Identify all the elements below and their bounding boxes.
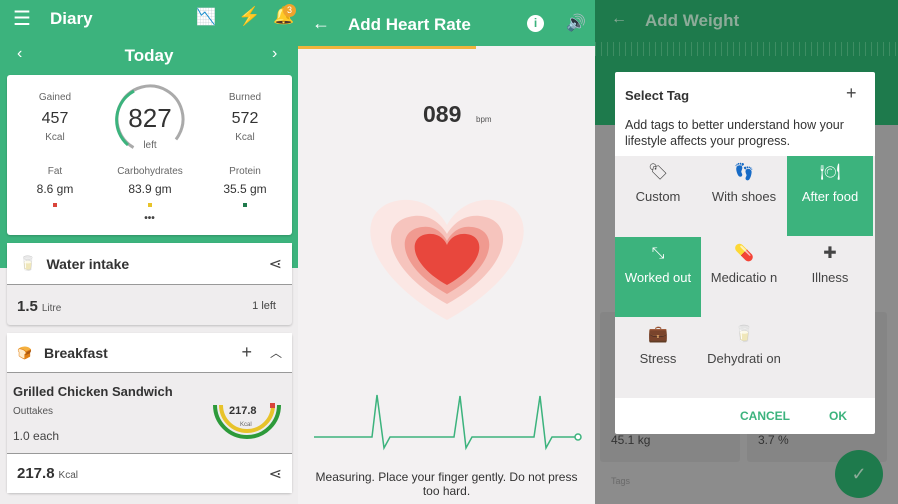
add-food-button[interactable]: + [241, 342, 252, 363]
water-cup-icon: 🥛 [19, 255, 37, 271]
macro-label: Fat [47, 166, 63, 177]
dialog-description: Add tags to better understand how your l… [625, 118, 844, 148]
diary-toolbar: ☰ Diary 📉 ⚡ 🔔 3 [0, 0, 298, 36]
macro-value: 83.9 gm [128, 182, 172, 196]
heart-icon [370, 199, 524, 320]
share-icon[interactable]: ⋖ [269, 464, 282, 484]
pill-icon: 💊 [734, 245, 754, 262]
share-icon[interactable]: ⋖ [269, 254, 282, 274]
macro-label: Protein [229, 166, 261, 177]
tag-label: With shoes [711, 189, 777, 204]
tag-label: Worked out [624, 270, 692, 285]
macro-label: Carbohydrates [117, 166, 183, 177]
food-item-kcal-unit: Kcal [240, 422, 252, 428]
chart-icon[interactable]: 📉 [196, 7, 216, 27]
summary-card: Gained 457 Kcal 827 left Burned 572 Kcal… [7, 75, 292, 235]
macro-color-dot [53, 203, 57, 207]
more-dots[interactable]: ••• [7, 213, 292, 224]
tag-worked-out[interactable]: ⤡ Worked out [615, 237, 701, 317]
screen-title: Add Heart Rate [348, 15, 471, 34]
instruction-text: Measuring. Place your finger gently. Do … [315, 470, 578, 498]
macro-value: 8.6 gm [36, 182, 74, 196]
macro-color-dot [148, 203, 152, 207]
tag-grid: 🏷 Custom 👣 With shoes 🍽 After food ⤡ Wor… [615, 156, 875, 398]
cutlery-icon: 🍽 [819, 164, 841, 181]
weight-ruler [595, 42, 898, 56]
bg-percent-value: 3.7 % [758, 433, 789, 447]
add-tag-button[interactable]: + [846, 83, 857, 104]
medical-cross-icon: ✚ [823, 245, 837, 262]
breakfast-card: 🍞 Breakfast + ︿ Grilled Chicken Sandwich… [7, 333, 292, 493]
breakfast-icon: 🍞 [17, 345, 32, 360]
food-item-subtitle: Outtakes [13, 406, 54, 417]
tag-dehydrati-on[interactable]: 🥛 Dehydrati on [701, 318, 787, 398]
ecg-waveform [314, 394, 582, 451]
measure-progress [298, 46, 476, 49]
menu-icon[interactable]: ☰ [13, 6, 31, 31]
tag-label: Custom [635, 189, 681, 204]
diary-screen: ☰ Diary 📉 ⚡ 🔔 3 ‹ Today › Gained 457 Kca… [0, 0, 298, 504]
gained-value: 457 [41, 110, 69, 127]
burned-label: Burned [228, 92, 262, 103]
tag-label: After food [801, 189, 859, 204]
tag-label: Medicatio n [710, 270, 778, 285]
lightning-icon[interactable]: ⚡ [238, 6, 260, 27]
food-item-kcal: 217.8 [229, 405, 257, 417]
weight-screen: ← Add Weight 45.1 kg 3.7 % Tags ✓ Select… [595, 0, 898, 504]
food-item-name[interactable]: Grilled Chicken Sandwich [13, 384, 173, 399]
tag-icon: 🏷 [647, 164, 669, 181]
gained-unit: Kcal [45, 132, 65, 143]
tag-medicatio-n[interactable]: 💊 Medicatio n [701, 237, 787, 317]
screen-title: Add Weight [645, 11, 740, 30]
gained-label: Gained [38, 92, 72, 103]
burned-value: 572 [231, 110, 259, 127]
back-arrow-icon[interactable]: ← [312, 13, 330, 34]
tag-after-food[interactable]: 🍽 After food [787, 156, 873, 236]
macro-color-dot [243, 203, 247, 207]
briefcase-icon: 💼 [648, 326, 668, 343]
collapse-chevron-icon[interactable]: ︿ [270, 344, 282, 361]
calories-left-value: 827 [128, 103, 172, 133]
tag-illness[interactable]: ✚ Illness [787, 237, 873, 317]
water-title: Water intake [46, 255, 130, 272]
water-value: 1.5 [17, 297, 38, 315]
notification-badge: 3 [283, 4, 296, 17]
date-label: Today [124, 46, 174, 65]
tag-stress[interactable]: 💼 Stress [615, 318, 701, 398]
water-left: 1 left [252, 300, 276, 312]
water-unit: Litre [41, 302, 62, 314]
info-icon[interactable]: i [527, 15, 544, 32]
dumbbell-icon: ⤡ [651, 245, 665, 262]
tag-label: Dehydrati on [707, 351, 781, 366]
volume-icon[interactable]: 🔊 [566, 13, 586, 33]
confirm-fab[interactable]: ✓ [835, 450, 883, 498]
breakfast-title: Breakfast [43, 344, 108, 361]
tag-label: Illness [811, 270, 849, 285]
water-card: 🥛 Water intake ⋖ 1.5 Litre 1 left [7, 243, 292, 325]
next-day-icon[interactable]: › [272, 45, 277, 63]
tag-with-shoes[interactable]: 👣 With shoes [701, 156, 787, 236]
bpm-value: 089 [423, 101, 462, 127]
breakfast-total-unit: Kcal [58, 470, 78, 481]
food-item-qty: 1.0 each [13, 429, 60, 443]
bg-tags-label: Tags [611, 476, 631, 486]
cancel-button[interactable]: CANCEL [740, 409, 790, 423]
app-title: Diary [50, 9, 93, 28]
burned-unit: Kcal [235, 132, 255, 143]
ok-button[interactable]: OK [829, 409, 847, 423]
back-arrow-icon[interactable]: ← [611, 10, 627, 28]
breakfast-total: 217.8 [17, 465, 55, 482]
tag-label: Stress [639, 351, 677, 366]
calories-left-label: left [143, 140, 157, 151]
cup-icon: 🥛 [734, 326, 754, 343]
macro-value: 35.5 gm [223, 182, 267, 196]
footprints-icon: 👣 [734, 164, 754, 181]
bg-weight-value: 45.1 kg [611, 433, 651, 447]
heart-rate-screen: ← Add Heart Rate i 🔊 089 bpm Measuring. … [298, 0, 595, 504]
bpm-unit: bpm [476, 115, 492, 124]
tag-custom[interactable]: 🏷 Custom [615, 156, 701, 236]
select-tag-dialog: Select Tag + Add tags to better understa… [615, 72, 875, 434]
dialog-title: Select Tag [625, 88, 690, 103]
